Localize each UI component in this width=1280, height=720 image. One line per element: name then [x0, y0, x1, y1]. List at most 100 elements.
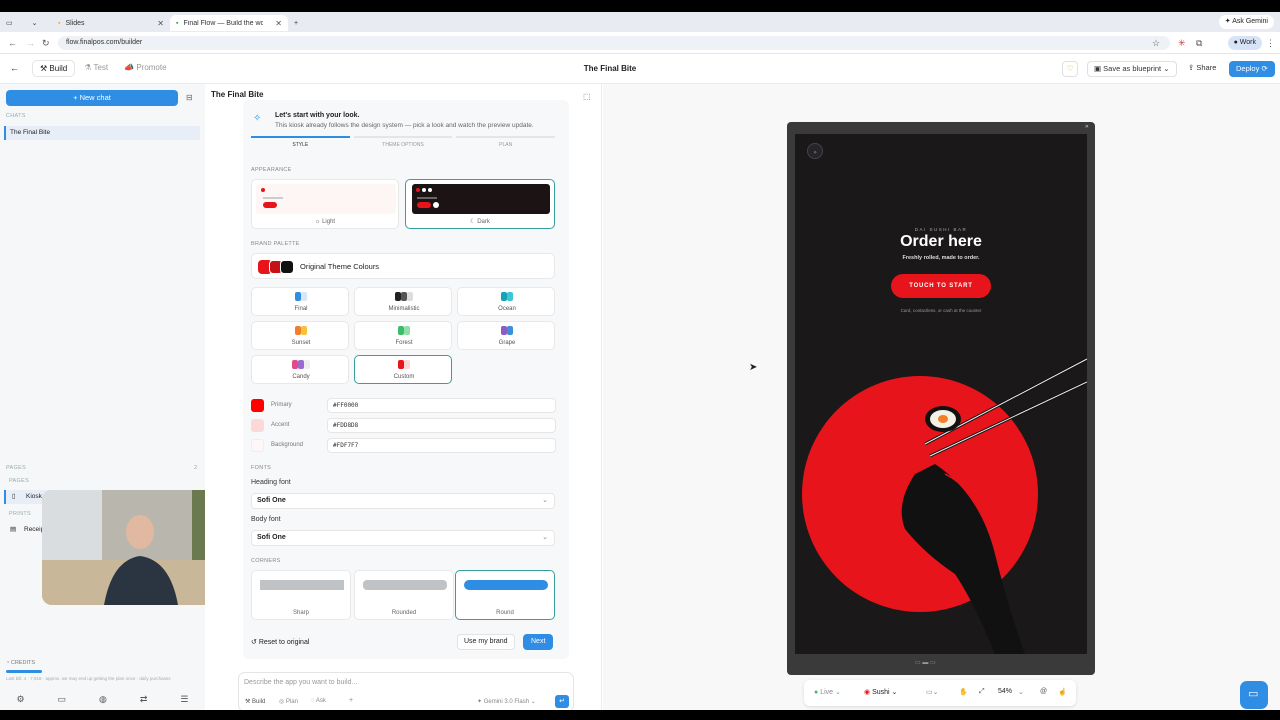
palette-ocean[interactable]: Ocean [457, 287, 555, 316]
attach-plus-icon[interactable]: + [349, 697, 353, 704]
palette-forest[interactable]: Forest [354, 321, 452, 350]
palette-icon[interactable]: ◍ [99, 694, 107, 705]
menu-kebab-icon[interactable]: ⋮ [1266, 38, 1275, 49]
corner-round-option[interactable]: Round [455, 570, 555, 620]
help-chat-button[interactable]: ▭ [1240, 681, 1268, 709]
step-theme-options[interactable]: THEME OPTIONS [353, 136, 453, 148]
profile-button[interactable]: ● Work [1227, 36, 1262, 50]
ask-gemini-button[interactable]: ✦ Ask Gemini [1218, 15, 1274, 29]
tab-bar: ▭⌄ ▪Slides✕ ▪Final Flow — Build the worl… [0, 12, 1280, 32]
tool-label: Build [252, 699, 266, 705]
extension-icon[interactable]: ✳ [1178, 38, 1186, 49]
fonts-label: FONTS [251, 465, 272, 471]
next-button[interactable]: Next [523, 634, 554, 650]
settings-gear-icon[interactable]: ⚙ [16, 694, 24, 705]
accent-color-field[interactable]: #FDD8D8 [327, 418, 556, 433]
device-select-icon[interactable]: ▭⌄ [926, 688, 938, 696]
new-chat-button[interactable]: + New chat [6, 90, 178, 106]
theme-select[interactable]: ◉ Sushi ⌄ [864, 688, 897, 696]
hand-tool-icon[interactable]: ✋ [959, 688, 968, 696]
chevron-down-icon: ⌄ [542, 534, 548, 541]
share-button[interactable]: ⇪ Share [1182, 61, 1223, 77]
original-theme-option[interactable]: Original Theme Colours [251, 253, 555, 279]
close-icon[interactable]: ✕ [275, 19, 282, 28]
send-button[interactable]: ↵ [555, 695, 569, 708]
live-status[interactable]: ● Live ⌄ [814, 688, 841, 696]
forward-icon[interactable]: → [26, 38, 35, 48]
expand-panel-icon[interactable]: ⬚ [583, 92, 591, 101]
appearance-dark-option[interactable]: ☾ Dark [405, 179, 555, 229]
pages-count: 2 [194, 465, 198, 471]
primary-color-swatch[interactable] [251, 399, 264, 412]
palette-custom[interactable]: Custom [354, 355, 452, 384]
use-brand-button[interactable]: Use my brand [457, 634, 515, 650]
background-color-swatch[interactable] [251, 439, 264, 452]
composer-tool-plan[interactable]: ◎ Plan [279, 698, 298, 705]
round-preview [464, 580, 548, 590]
model-select[interactable]: ✦ Gemini 3.0 Flash ⌄ [477, 698, 536, 705]
close-icon[interactable]: ✕ [157, 19, 164, 28]
extensions-puzzle-icon[interactable]: ⧉ [1196, 38, 1202, 49]
palette-minimalistic-chips [355, 292, 453, 303]
tab-group-button[interactable]: ▭ ⌄ [0, 15, 52, 31]
body-font-select[interactable]: Sofi One ⌄ [251, 530, 555, 546]
heading-font-select[interactable]: Sofi One ⌄ [251, 493, 555, 509]
palette-final[interactable]: Final [251, 287, 349, 316]
deploy-button[interactable]: Deploy ⟳ [1229, 61, 1275, 77]
status-label: Live [820, 689, 834, 696]
kiosk-device: ✕ ◎ DAI SUSHI BAR Order here Freshly rol… [787, 122, 1095, 675]
step-plan[interactable]: PLAN [456, 136, 556, 148]
palette-minimalistic[interactable]: Minimalistic [354, 287, 452, 316]
sushi-illustration [802, 357, 1087, 654]
tab-slides[interactable]: ▪ Slides ✕ [52, 15, 170, 31]
composer-tool-ask[interactable]: ◌ Ask [311, 698, 326, 704]
background-color-field[interactable]: #FDF7F7 [327, 438, 556, 453]
corner-label: Sharp [292, 610, 309, 616]
at-mention-icon[interactable]: @ [1040, 688, 1047, 695]
save-blueprint-button[interactable]: ▣ Save as blueprint ⌄ [1087, 61, 1177, 77]
preview-toolbar: ● Live ⌄ ◉ Sushi ⌄ ▭⌄ ✋ ⤢ 54% ⌄ @ ☝ [804, 680, 1076, 706]
tab-final-flow[interactable]: ▪ Final Flow — Build the world's ✕ [170, 15, 288, 31]
fish-eye [975, 495, 981, 501]
fit-screen-icon[interactable]: ⤢ [979, 688, 985, 696]
chevron-down-icon[interactable]: ⌄ [1018, 688, 1024, 696]
appearance-light-option[interactable]: ☼ Light [251, 179, 399, 229]
credits-progress [6, 670, 42, 673]
dark-label: Dark [477, 219, 490, 225]
accent-color-swatch[interactable] [251, 419, 264, 432]
deploy-label: Deploy [1236, 64, 1260, 73]
use-brand-label: Use my brand [464, 638, 508, 645]
theme-label: Sushi [872, 689, 890, 696]
collapse-sidebar-icon[interactable]: ⊟ [186, 93, 193, 102]
palette-label: Minimalistic [388, 306, 420, 312]
dark-caption: ☾ Dark [470, 219, 490, 225]
url-field[interactable]: flow.finalpos.com/builder [58, 36, 1170, 50]
database-icon[interactable]: ☰ [180, 694, 188, 705]
reload-icon[interactable]: ↻ [42, 38, 50, 49]
intro-text: This kiosk already follows the design sy… [275, 122, 534, 129]
back-icon[interactable]: ← [8, 38, 17, 48]
reset-button[interactable]: ↺ Reset to original [251, 638, 309, 646]
composer-tool-build[interactable]: ⚒ Build [245, 698, 265, 705]
zoom-level[interactable]: 54% [998, 688, 1012, 695]
palette-candy[interactable]: Candy [251, 355, 349, 384]
composer-input[interactable]: Describe the app you want to build... [244, 679, 357, 686]
corner-sharp-option[interactable]: Sharp [251, 570, 351, 620]
folder-icon[interactable]: ▭ [58, 694, 67, 705]
palette-grape[interactable]: Grape [457, 321, 555, 350]
touch-to-start-button[interactable]: TOUCH TO START [891, 274, 991, 298]
step-style[interactable]: STYLE [251, 136, 350, 148]
primary-color-field[interactable]: #FF0000 [327, 398, 556, 413]
new-tab-button[interactable]: + [288, 15, 304, 31]
bookmark-star-icon[interactable]: ☆ [1152, 38, 1160, 49]
light-caption: ☼ Light [314, 219, 336, 225]
palette-grape-chips [458, 326, 556, 337]
sharp-preview [260, 580, 344, 590]
close-preview-icon[interactable]: ✕ [1085, 124, 1089, 130]
chat-item[interactable]: The Final Bite [4, 126, 200, 140]
corner-rounded-option[interactable]: Rounded [354, 570, 454, 620]
palette-sunset[interactable]: Sunset [251, 321, 349, 350]
touch-mode-icon[interactable]: ☝ [1058, 688, 1067, 696]
integrations-icon[interactable]: ⇄ [140, 694, 148, 705]
favorite-heart-icon[interactable]: ♡ [1062, 61, 1078, 77]
